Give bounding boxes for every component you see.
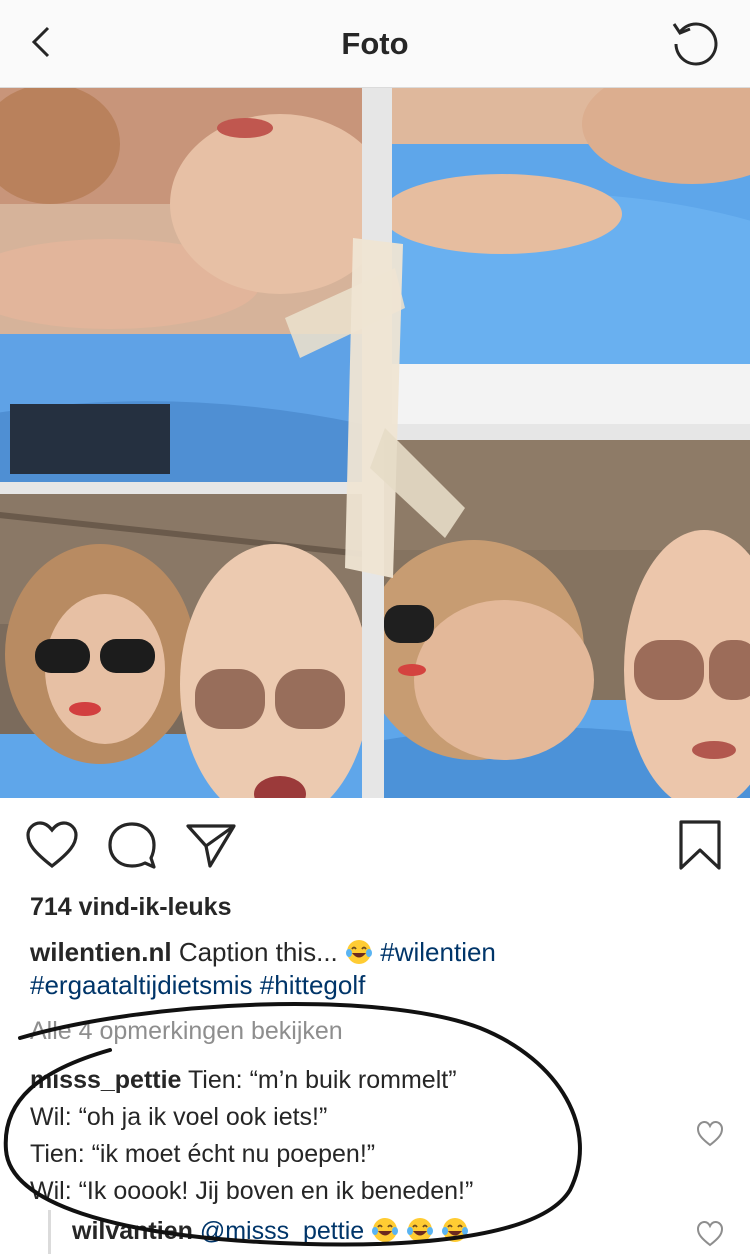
likes-count[interactable]: 714 vind-ik-leuks xyxy=(30,893,231,922)
comment-item: misss_pettie Tien: “m’n buik rommelt” Wi… xyxy=(30,1062,670,1210)
photo-bottom-left xyxy=(0,494,362,798)
heart-outline-icon[interactable] xyxy=(24,818,80,874)
reply-like-heart-icon[interactable] xyxy=(696,1220,724,1248)
top-nav-bar: Foto xyxy=(0,0,750,88)
post-photo[interactable] xyxy=(0,88,750,798)
comment-line: misss_pettie Tien: “m’n buik rommelt” xyxy=(30,1062,670,1099)
photo-bottom-right xyxy=(384,440,750,798)
photo-top-left xyxy=(0,88,362,482)
comment-text: Wil: “oh ja ik voel ook iets!” xyxy=(30,1103,328,1131)
caption-text: Caption this... xyxy=(178,937,338,967)
comment-text: Tien: “ik moet écht nu poepen!” xyxy=(30,1140,376,1168)
hashtag-link[interactable]: #hittegolf xyxy=(260,970,366,1000)
hashtag-link[interactable]: #ergaataltijdietsmis xyxy=(30,970,253,1000)
comment-text: Tien: “m’n buik rommelt” xyxy=(187,1066,457,1094)
laughing-emoji-icon xyxy=(407,1218,434,1242)
page-title: Foto xyxy=(341,26,409,61)
hashtag-link[interactable]: #wilentien xyxy=(380,937,496,967)
comment-username[interactable]: misss_pettie xyxy=(30,1066,181,1094)
reply-mention-link[interactable]: @misss_pettie xyxy=(200,1217,364,1245)
comment-like-heart-icon[interactable] xyxy=(696,1120,724,1148)
laughing-emoji-icon xyxy=(442,1218,469,1242)
photo-top-right xyxy=(392,88,750,424)
caption-username[interactable]: wilentien.nl xyxy=(30,937,172,967)
comment-text: Wil: “Ik ooook! Jij boven en ik beneden!… xyxy=(30,1177,474,1205)
laughing-emoji-icon xyxy=(346,940,373,964)
reply-username[interactable]: wilvantien xyxy=(72,1217,193,1245)
comment-bubble-icon[interactable] xyxy=(104,818,160,874)
view-all-comments-link[interactable]: Alle 4 opmerkingen bekijken xyxy=(30,1017,343,1046)
refresh-icon[interactable] xyxy=(670,18,720,68)
reply-indent-divider xyxy=(48,1210,51,1254)
post-action-bar xyxy=(0,798,750,890)
paper-plane-icon[interactable] xyxy=(184,818,240,874)
bookmark-icon[interactable] xyxy=(672,818,728,874)
laughing-emoji-icon xyxy=(372,1218,399,1242)
reply-item: wilvantien @misss_pettie xyxy=(72,1216,469,1246)
post-caption: wilentien.nl Caption this... #wilentien … xyxy=(30,936,730,1002)
